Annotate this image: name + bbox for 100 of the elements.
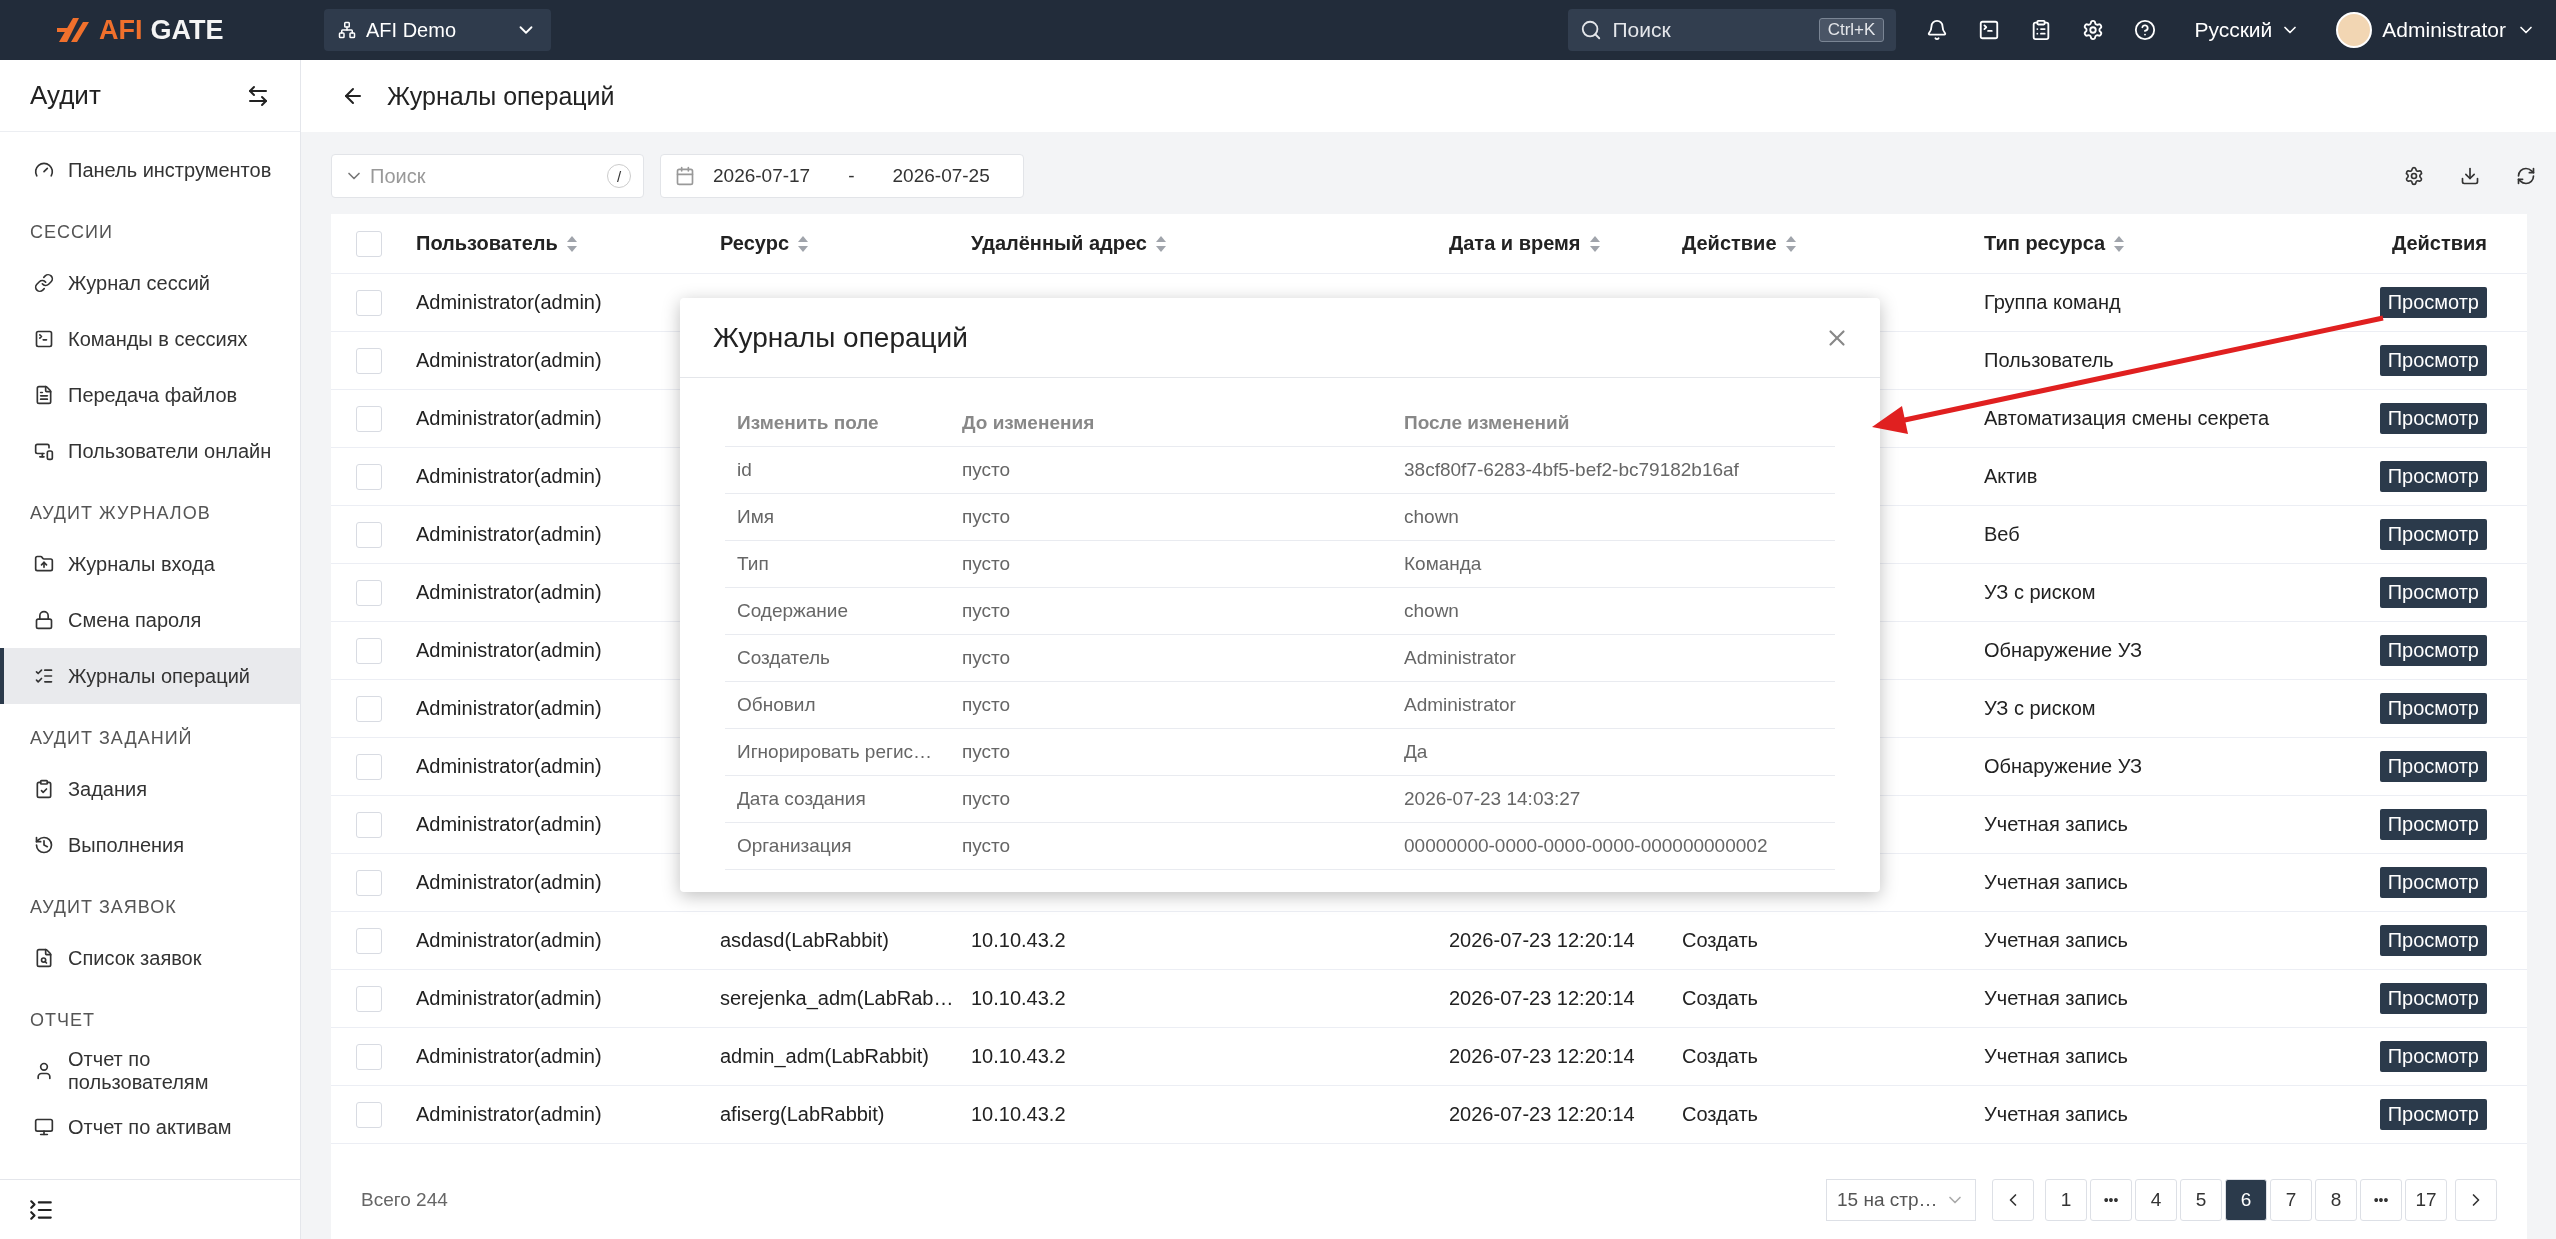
checkbox[interactable] xyxy=(356,405,382,432)
checkbox[interactable] xyxy=(356,985,382,1012)
terminal-icon xyxy=(34,329,54,349)
view-button[interactable]: Просмотр xyxy=(2379,287,2487,318)
page-button[interactable]: 6 xyxy=(2225,1179,2267,1221)
more-pages-button[interactable]: ••• xyxy=(2090,1179,2132,1221)
view-button[interactable]: Просмотр xyxy=(2379,577,2487,608)
page-button[interactable]: 1 xyxy=(2045,1179,2087,1221)
sidebar-item[interactable]: Журнал сессий xyxy=(0,255,300,311)
search-field[interactable]: Поиск / xyxy=(331,154,644,198)
user-name[interactable]: Administrator xyxy=(2382,18,2506,42)
settings-button[interactable] xyxy=(2082,19,2105,41)
sidebar-item[interactable]: Список заявок xyxy=(0,930,300,986)
sidebar-item[interactable]: Журналы входа xyxy=(0,536,300,592)
view-button[interactable]: Просмотр xyxy=(2379,925,2487,956)
sidebar-item[interactable]: Отчет по пользователям xyxy=(0,1043,300,1099)
column-header[interactable]: Действие xyxy=(1682,232,1984,255)
page-button[interactable]: 7 xyxy=(2270,1179,2312,1221)
next-page-button[interactable] xyxy=(2455,1179,2497,1221)
view-button[interactable]: Просмотр xyxy=(2379,403,2487,434)
table-cell-text: chown xyxy=(1404,600,1460,622)
checkbox[interactable] xyxy=(356,927,382,954)
view-button[interactable]: Просмотр xyxy=(2379,867,2487,898)
checkbox[interactable] xyxy=(356,579,382,606)
clipboard-check-icon xyxy=(34,779,54,799)
view-button[interactable]: Просмотр xyxy=(2379,1041,2487,1072)
table-cell-text: пусто xyxy=(962,788,1012,810)
table-cell-text: Дата создания xyxy=(737,788,867,810)
page-button[interactable]: 5 xyxy=(2180,1179,2222,1221)
language-dropdown[interactable]: Русский xyxy=(2188,17,2307,43)
checkbox[interactable] xyxy=(356,463,382,490)
sort-icon[interactable] xyxy=(797,234,810,253)
sidebar-item[interactable]: Отчет по активам xyxy=(0,1099,300,1155)
sidebar-item[interactable]: Передача файлов xyxy=(0,367,300,423)
notifications-button[interactable] xyxy=(1926,19,1949,41)
sidebar-item[interactable]: Выполнения xyxy=(0,817,300,873)
page-button[interactable]: 17 xyxy=(2405,1179,2447,1221)
more-pages-button[interactable]: ••• xyxy=(2360,1179,2402,1221)
checkbox[interactable] xyxy=(356,230,382,257)
page-button[interactable]: 4 xyxy=(2135,1179,2177,1221)
column-header[interactable]: Дата и время xyxy=(1449,232,1682,255)
sidebar-item[interactable]: Панель инструментов xyxy=(0,142,300,198)
logo-icon xyxy=(57,16,91,44)
view-button[interactable]: Просмотр xyxy=(2379,345,2487,376)
page-size-select[interactable]: 15 на стр… xyxy=(1826,1179,1976,1221)
table-cell-text: Актив xyxy=(1984,465,2039,488)
view-button[interactable]: Просмотр xyxy=(2379,751,2487,782)
sort-icon[interactable] xyxy=(1784,234,1797,253)
switch-icon[interactable] xyxy=(246,83,270,108)
view-button[interactable]: Просмотр xyxy=(2379,635,2487,666)
sidebar-section-heading: АУДИТ ЗАЯВОК xyxy=(29,895,178,919)
sort-icon[interactable] xyxy=(2113,234,2126,253)
previous-page-button[interactable] xyxy=(1992,1179,2034,1221)
table-cell-text: Обнаружение УЗ xyxy=(1984,755,2144,778)
table-cell-text: Administrator(admin) xyxy=(416,1045,603,1068)
sidebar-item[interactable]: Задания xyxy=(0,761,300,817)
refresh-button[interactable] xyxy=(2516,166,2536,186)
date-range-field[interactable]: 2026-07-17 - 2026-07-25 xyxy=(660,154,1024,198)
checkbox[interactable] xyxy=(356,521,382,548)
view-button[interactable]: Просмотр xyxy=(2379,519,2487,550)
column-header[interactable]: Тип ресурса xyxy=(1984,232,2337,255)
checkbox[interactable] xyxy=(356,637,382,664)
sidebar-item[interactable]: Смена пароля xyxy=(0,592,300,648)
checkbox[interactable] xyxy=(356,811,382,838)
gear-icon xyxy=(2082,19,2105,41)
sidebar-section-heading: ОТЧЕТ xyxy=(29,1008,96,1032)
table-cell-text: Автоматизация смены секрета xyxy=(1984,407,2271,430)
checkbox[interactable] xyxy=(356,347,382,374)
view-button[interactable]: Просмотр xyxy=(2379,809,2487,840)
sidebar-item[interactable]: Журналы операций xyxy=(0,648,300,704)
sort-icon[interactable] xyxy=(1588,234,1601,253)
workspace-dropdown[interactable]: AFI Demo xyxy=(324,9,551,51)
history-icon xyxy=(34,835,54,855)
checkbox[interactable] xyxy=(356,1043,382,1070)
terminal-button[interactable] xyxy=(1978,19,2001,41)
column-header[interactable]: Удалённый адрес xyxy=(971,232,1449,255)
view-button[interactable]: Просмотр xyxy=(2379,461,2487,492)
global-search-field[interactable]: Поиск Ctrl+K xyxy=(1568,9,1897,51)
settings-button[interactable] xyxy=(2404,166,2424,186)
view-button[interactable]: Просмотр xyxy=(2379,1099,2487,1130)
column-header[interactable]: Ресурс xyxy=(720,232,971,255)
checkbox[interactable] xyxy=(356,1101,382,1128)
download-button[interactable] xyxy=(2460,166,2480,186)
table-cell-text: afiserg(LabRabbit) xyxy=(720,1103,886,1126)
help-button[interactable] xyxy=(2134,19,2157,41)
sidebar-item[interactable]: Команды в сессиях xyxy=(0,311,300,367)
page-button[interactable]: 8 xyxy=(2315,1179,2357,1221)
checkbox[interactable] xyxy=(356,753,382,780)
table-cell-text: 00000000-0000-0000-0000-000000000002 xyxy=(1404,835,1769,857)
sort-icon[interactable] xyxy=(565,234,578,253)
table-cell-text: Создать xyxy=(1682,1045,1759,1068)
view-button[interactable]: Просмотр xyxy=(2379,983,2487,1014)
column-header[interactable]: Пользователь xyxy=(416,232,720,255)
checkbox[interactable] xyxy=(356,695,382,722)
checkbox[interactable] xyxy=(356,289,382,316)
sort-icon[interactable] xyxy=(1154,234,1167,253)
checkbox[interactable] xyxy=(356,869,382,896)
view-button[interactable]: Просмотр xyxy=(2379,693,2487,724)
table-cell-text: пусто xyxy=(962,694,1012,716)
sidebar-item[interactable]: Пользователи онлайн xyxy=(0,423,300,479)
